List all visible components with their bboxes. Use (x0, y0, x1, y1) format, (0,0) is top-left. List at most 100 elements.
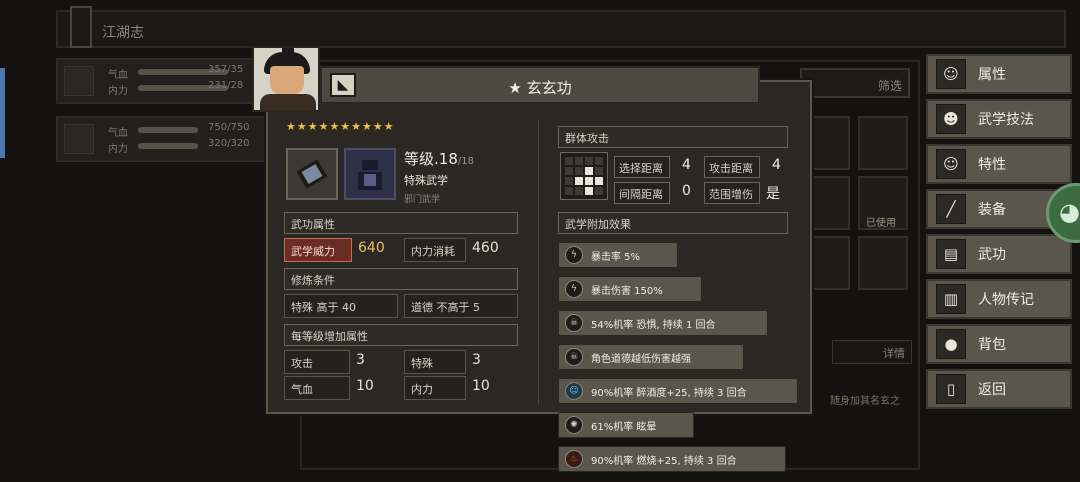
attack-range-label: 攻击距离 (704, 156, 760, 178)
effect-item: ϟ 暴击伤害 150% (558, 276, 702, 302)
menu-traits[interactable]: ☺ 特性 (926, 144, 1072, 184)
requirement-special: 特殊 高于 40 (284, 294, 398, 318)
person-icon: ☺ (936, 59, 966, 89)
skill-school-icon (344, 148, 396, 200)
per-level-hp-value: 10 (356, 378, 374, 394)
column-divider (538, 120, 539, 405)
attack-range-grid (560, 152, 608, 200)
skull-icon: ☠ (565, 348, 583, 366)
section-range: 群体攻击 (558, 126, 788, 148)
menu-kungfu[interactable]: ▤ 武功 (926, 234, 1072, 274)
hp-label: 气血 (108, 70, 128, 81)
hp-bar (138, 127, 198, 133)
menu-label: 装备 (978, 202, 1006, 218)
mp-label: 内力 (108, 144, 128, 155)
menu-attributes[interactable]: ☺ 属性 (926, 54, 1072, 94)
martial-icon: ☻ (936, 104, 966, 134)
header-title: 江湖志 (102, 25, 144, 41)
per-level-special-value: 3 (472, 352, 481, 368)
menu-label: 人物传记 (978, 292, 1034, 308)
header-bar: 江湖志 (56, 6, 1066, 48)
mp-value: 320/320 (208, 138, 250, 149)
detail-button[interactable]: 详情 (832, 340, 912, 364)
power-value: 640 (358, 240, 385, 256)
effect-item: ☺ 90%机率 醉酒度+25, 持续 3 回合 (558, 378, 798, 404)
menu-label: 属性 (978, 67, 1006, 83)
effect-item: ♨ 90%机率 燃烧+25, 持续 3 回合 (558, 446, 786, 472)
mp-bar (138, 143, 198, 149)
dizzy-icon: ✺ (565, 416, 583, 434)
area-bonus-value: 是 (766, 186, 780, 202)
per-level-special-label: 特殊 (404, 350, 466, 374)
effect-item: ✺ 61%机率 眩晕 (558, 412, 694, 438)
lightning-icon: ϟ (565, 246, 583, 264)
fire-icon: ♨ (565, 450, 583, 468)
level-max: /18 (457, 156, 474, 167)
menu-label: 特性 (978, 157, 1006, 173)
section-attributes: 武功属性 (284, 212, 518, 234)
menu-return[interactable]: ▯ 返回 (926, 369, 1072, 409)
trait-icon: ☺ (936, 149, 966, 179)
menu-bag[interactable]: ● 背包 (926, 324, 1072, 364)
lightning-icon: ϟ (565, 280, 583, 298)
per-level-hp-label: 气血 (284, 376, 350, 400)
level-label: 等级 (404, 150, 435, 168)
hp-value: 750/750 (208, 122, 250, 133)
menu-label: 返回 (978, 382, 1006, 398)
character-card-1[interactable]: 气血 357/35 内力 231/28 (56, 58, 266, 104)
filter-button[interactable]: 筛选 (800, 68, 910, 98)
character-portrait (64, 124, 94, 154)
skill-level: 等级.18/18 (404, 148, 474, 169)
menu-biography[interactable]: ▥ 人物传记 (926, 279, 1072, 319)
effect-item: ☠ 54%机率 恐惧, 持续 1 回合 (558, 310, 768, 336)
power-label: 武学威力 (284, 238, 352, 262)
mp-label: 内力 (108, 86, 128, 97)
character-portrait (64, 66, 94, 96)
skill-title-bar: ◣ ★ 玄玄功 (320, 66, 760, 104)
gap-range-label: 间隔距离 (614, 182, 670, 204)
section-effects: 武学附加效果 (558, 212, 788, 234)
section-requirements: 修炼条件 (284, 268, 518, 290)
attack-range-value: 4 (772, 157, 781, 173)
per-level-mp-value: 10 (472, 378, 490, 394)
mp-cost-value: 460 (472, 240, 499, 256)
book-icon (70, 6, 92, 48)
book-icon: ▤ (936, 239, 966, 269)
inventory-slot[interactable] (858, 236, 908, 290)
gap-range-value: 0 (682, 183, 691, 199)
menu-martial-skills[interactable]: ☻ 武学技法 (926, 99, 1072, 139)
skill-star-rating: ★★★★★★★★★★ (286, 120, 395, 133)
filter-label: 筛选 (877, 79, 902, 93)
select-range-value: 4 (682, 157, 691, 173)
description-text: 随身加其名玄之 (830, 396, 900, 407)
per-level-mp-label: 内力 (404, 376, 466, 400)
character-card-2[interactable]: 气血 750/750 内力 320/320 (56, 116, 266, 162)
menu-label: 武学技法 (978, 112, 1034, 128)
skill-school: 邪门武学 (404, 195, 441, 205)
level-value: .18 (434, 150, 458, 168)
effect-item: ϟ 暴击率 5% (558, 242, 678, 268)
skull-icon: ☠ (565, 314, 583, 332)
per-level-attack-label: 攻击 (284, 350, 350, 374)
skill-weapon-icon (286, 148, 338, 200)
used-label: 已使用 (866, 218, 896, 229)
requirement-morality: 道德 不高于 5 (404, 294, 518, 318)
menu-label: 背包 (978, 337, 1006, 353)
chat-icon: ◕ (1059, 198, 1080, 226)
sword-icon: ╱ (936, 194, 966, 224)
edge-indicator (0, 68, 5, 158)
area-bonus-label: 范围增伤 (704, 182, 760, 204)
skill-type: 特殊武学 (404, 174, 448, 187)
bag-icon: ● (936, 329, 966, 359)
wine-icon: ☺ (565, 382, 583, 400)
inventory-slot[interactable] (858, 116, 908, 170)
effect-item: ☠ 角色道德越低伤害越强 (558, 344, 744, 370)
detail-label: 详情 (883, 347, 905, 360)
select-range-label: 选择距离 (614, 156, 670, 178)
mp-cost-label: 内力消耗 (404, 238, 466, 262)
hp-value: 357/35 (208, 64, 244, 75)
door-icon: ▯ (936, 374, 966, 404)
per-level-attack-value: 3 (356, 352, 365, 368)
skill-title: ★ 玄玄功 (508, 79, 572, 97)
character-avatar (252, 46, 320, 112)
